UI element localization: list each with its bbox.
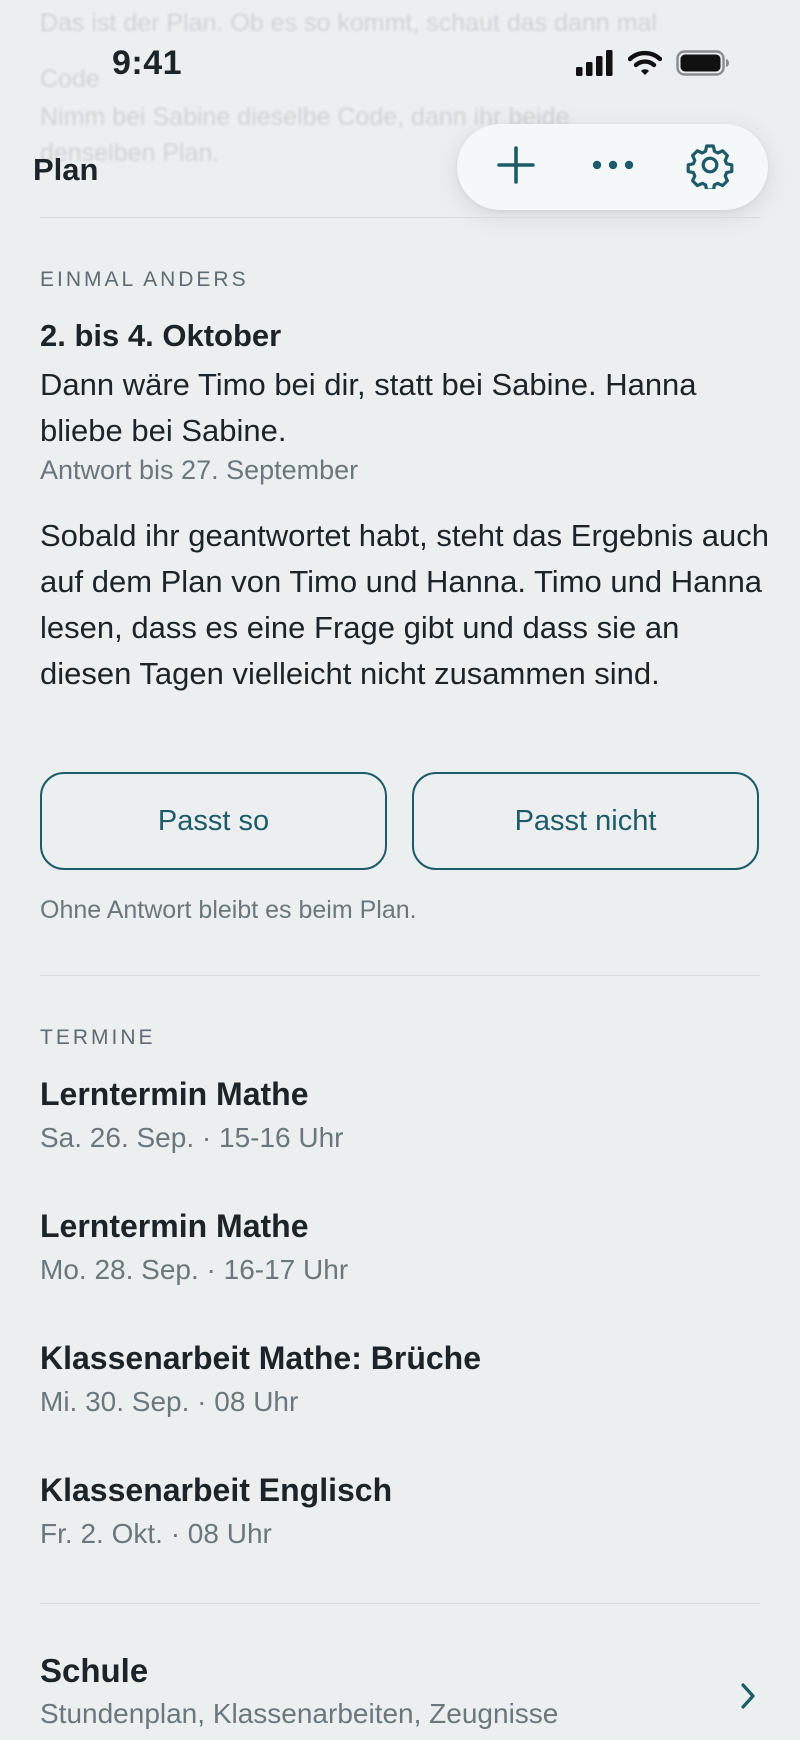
add-button[interactable]	[484, 135, 548, 199]
plan-screen: Das ist der Plan. Ob es so kommt, schaut…	[0, 0, 800, 1740]
page-title: Plan	[33, 152, 99, 187]
battery-icon	[676, 50, 730, 81]
proposal-deadline: Antwort bis 27. September	[40, 455, 359, 485]
chevron-right-icon	[740, 1682, 756, 1715]
settings-button[interactable]	[678, 135, 742, 199]
divider	[40, 975, 760, 976]
more-icon	[591, 158, 635, 176]
status-time: 9:41	[112, 44, 183, 82]
appointment-time: Fr. 2. Okt. · 08 Uhr	[40, 1518, 272, 1549]
appointment-item[interactable]: Klassenarbeit Englisch Fr. 2. Okt. · 08 …	[40, 1470, 760, 1552]
divider	[40, 217, 760, 218]
proposal-info: Sobald ihr geantwortet habt, steht das E…	[40, 518, 769, 691]
header: Plan	[0, 120, 800, 220]
appointment-item[interactable]: Klassenarbeit Mathe: Brüche Mi. 30. Sep.…	[40, 1338, 760, 1420]
signal-icon	[576, 50, 614, 81]
appointment-title: Lerntermin Mathe	[40, 1076, 309, 1112]
accept-button[interactable]: Passt so	[40, 772, 387, 870]
school-row[interactable]: Schule Stundenplan, Klassenarbeiten, Zeu…	[40, 1650, 760, 1740]
settings-icon	[686, 141, 734, 194]
more-button[interactable]	[581, 135, 645, 199]
toolbar	[457, 124, 768, 210]
appointment-time: Sa. 26. Sep. · 15-16 Uhr	[40, 1122, 344, 1153]
appointment-time: Mo. 28. Sep. · 16-17 Uhr	[40, 1254, 349, 1285]
status-bar: 9:41	[0, 0, 800, 130]
school-title: Schule	[40, 1652, 149, 1689]
status-icons	[576, 50, 730, 81]
appointment-title: Klassenarbeit Mathe: Brüche	[40, 1340, 482, 1376]
appointment-title: Klassenarbeit Englisch	[40, 1472, 393, 1508]
wifi-icon	[627, 50, 663, 81]
school-subtitle: Stundenplan, Klassenarbeiten, Zeugnisse	[40, 1698, 559, 1729]
add-icon	[496, 145, 536, 190]
appointment-item[interactable]: Lerntermin Mathe Mo. 28. Sep. · 16-17 Uh…	[40, 1206, 760, 1288]
proposal-description: Dann wäre Timo bei dir, statt bei Sabine…	[40, 367, 697, 448]
decline-button[interactable]: Passt nicht	[412, 772, 759, 870]
proposal-date-range: 2. bis 4. Oktober	[40, 318, 282, 353]
section-label-einmal-anders: EINMAL ANDERS	[40, 268, 249, 291]
appointment-time: Mi. 30. Sep. · 08 Uhr	[40, 1386, 299, 1417]
no-answer-hint: Ohne Antwort bleibt es beim Plan.	[40, 896, 417, 924]
appointment-item[interactable]: Lerntermin Mathe Sa. 26. Sep. · 15-16 Uh…	[40, 1074, 760, 1156]
appointment-title: Lerntermin Mathe	[40, 1208, 309, 1244]
divider	[40, 1603, 760, 1604]
section-label-termine: TERMINE	[40, 1026, 156, 1049]
